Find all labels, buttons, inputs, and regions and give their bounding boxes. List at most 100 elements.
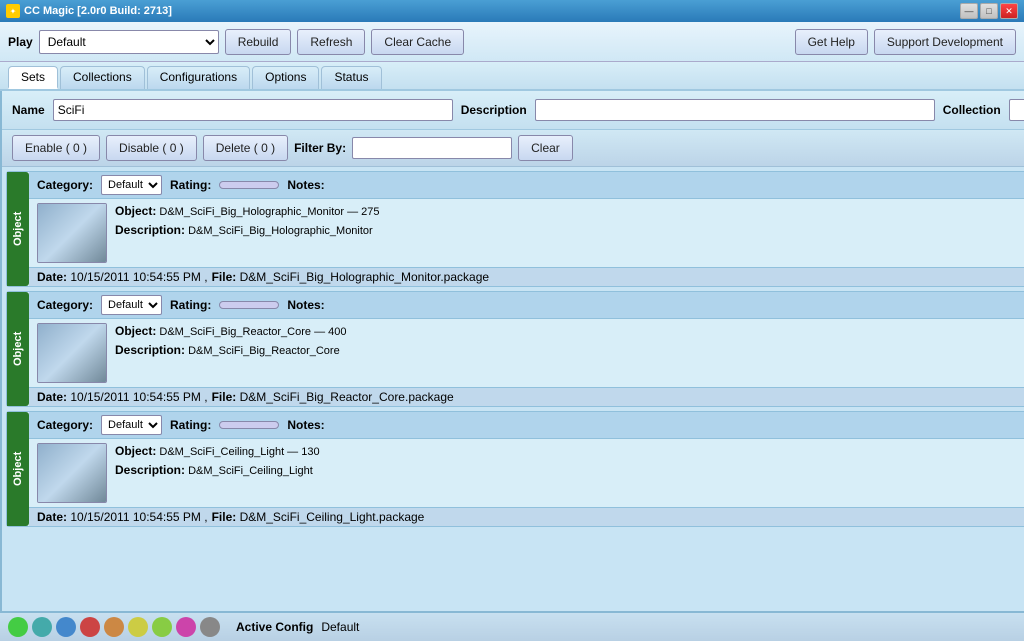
rating-label-0: Rating:: [170, 178, 211, 192]
toolbar: Play Default Rebuild Refresh Clear Cache…: [0, 22, 1024, 62]
object-desc-1: Description: D&M_SciFi_Big_Reactor_Core: [115, 342, 1024, 359]
tab-options[interactable]: Options: [252, 66, 319, 89]
tab-configurations[interactable]: Configurations: [147, 66, 250, 89]
object-desc-2: Description: D&M_SciFi_Ceiling_Light: [115, 462, 1024, 479]
orange-icon[interactable]: [104, 617, 124, 637]
category-select-0[interactable]: Default: [101, 175, 162, 195]
date-label-2: Date: 10/15/2011 10:54:55 PM ,: [37, 510, 208, 524]
active-config-label: Active Config: [236, 620, 313, 634]
pink-icon[interactable]: [176, 617, 196, 637]
filter-bar: Enable ( 0 ) Disable ( 0 ) Delete ( 0 ) …: [2, 130, 1024, 167]
desc-input[interactable]: [535, 99, 935, 121]
tab-sets[interactable]: Sets: [8, 66, 58, 89]
notes-label-0: Notes:: [287, 178, 324, 192]
content-area: Name Description Collection Clear Enable…: [2, 91, 1024, 611]
desc-label: Description: [461, 103, 527, 117]
object-thumbnail-1: [37, 323, 107, 383]
info-bar: Name Description Collection Clear: [2, 91, 1024, 130]
date-label-1: Date: 10/15/2011 10:54:55 PM ,: [37, 390, 208, 404]
tab-bar: Sets Collections Configurations Options …: [0, 62, 1024, 91]
main-layout: Sets ▼ Default▶ Build ModeClothingCollec…: [0, 91, 1024, 611]
object-name-0: Object: D&M_SciFi_Big_Holographic_Monito…: [115, 203, 1024, 220]
object-vert-label-0: Object: [7, 172, 29, 286]
object-name-2: Object: D&M_SciFi_Ceiling_Light — 130: [115, 443, 1024, 460]
object-card-1: Object Category: Default Rating: Notes: …: [6, 291, 1024, 407]
object-name-1: Object: D&M_SciFi_Big_Reactor_Core — 400: [115, 323, 1024, 340]
name-input[interactable]: [53, 99, 453, 121]
object-card-0: Object Category: Default Rating: Notes: …: [6, 171, 1024, 287]
object-footer-2: Date: 10/15/2011 10:54:55 PM , File: D&M…: [29, 507, 1024, 526]
rebuild-button[interactable]: Rebuild: [225, 29, 292, 55]
app-icon: ✦: [6, 4, 20, 18]
status-icons: [8, 617, 220, 637]
filter-by-label: Filter By:: [294, 141, 346, 155]
object-card-2: Object Category: Default Rating: Notes: …: [6, 411, 1024, 527]
gray-icon[interactable]: [200, 617, 220, 637]
object-inner-1: Category: Default Rating: Notes: Enabled: [29, 292, 1024, 406]
play-label: Play: [8, 35, 33, 49]
rating-label-1: Rating:: [170, 298, 211, 312]
app-title: CC Magic [2.0r0 Build: 2713]: [24, 5, 172, 17]
rating-bar-0: [219, 181, 279, 189]
category-select-2[interactable]: Default: [101, 415, 162, 435]
object-top-2: Category: Default Rating: Notes: Enabled: [29, 412, 1024, 439]
rating-label-2: Rating:: [170, 418, 211, 432]
minimize-button[interactable]: —: [960, 3, 978, 19]
object-vert-label-2: Object: [7, 412, 29, 526]
object-inner-2: Category: Default Rating: Notes: Enabled: [29, 412, 1024, 526]
window-controls: — □ ✕: [960, 3, 1018, 19]
delete-button[interactable]: Delete ( 0 ): [203, 135, 288, 161]
object-footer-1: Date: 10/15/2011 10:54:55 PM , File: D&M…: [29, 387, 1024, 406]
blue-icon[interactable]: [56, 617, 76, 637]
object-info-0: Object: D&M_SciFi_Big_Holographic_Monito…: [115, 203, 1024, 242]
object-top-0: Category: Default Rating: Notes: Enabled: [29, 172, 1024, 199]
collection-select[interactable]: [1009, 99, 1024, 121]
support-button[interactable]: Support Development: [874, 29, 1016, 55]
thumb-inner-2: [38, 444, 106, 502]
object-vert-label-1: Object: [7, 292, 29, 406]
object-inner-0: Category: Default Rating: Notes: Enabled: [29, 172, 1024, 286]
date-label-0: Date: 10/15/2011 10:54:55 PM ,: [37, 270, 208, 284]
name-label: Name: [12, 103, 45, 117]
green-icon[interactable]: [8, 617, 28, 637]
red-icon[interactable]: [80, 617, 100, 637]
object-body-1: Object: D&M_SciFi_Big_Reactor_Core — 400…: [29, 319, 1024, 387]
clear-cache-button[interactable]: Clear Cache: [371, 29, 464, 55]
object-body-0: Object: D&M_SciFi_Big_Holographic_Monito…: [29, 199, 1024, 267]
thumb-inner-1: [38, 324, 106, 382]
light-green-icon[interactable]: [152, 617, 172, 637]
clear-filter-button[interactable]: Clear: [518, 135, 573, 161]
status-bar: Active Config Default: [0, 611, 1024, 641]
object-desc-0: Description: D&M_SciFi_Big_Holographic_M…: [115, 222, 1024, 239]
maximize-button[interactable]: □: [980, 3, 998, 19]
object-body-2: Object: D&M_SciFi_Ceiling_Light — 130 De…: [29, 439, 1024, 507]
filter-input[interactable]: [352, 137, 512, 159]
title-bar: ✦ CC Magic [2.0r0 Build: 2713] — □ ✕: [0, 0, 1024, 22]
tab-status[interactable]: Status: [321, 66, 381, 89]
refresh-button[interactable]: Refresh: [297, 29, 365, 55]
notes-label-1: Notes:: [287, 298, 324, 312]
disable-button[interactable]: Disable ( 0 ): [106, 135, 197, 161]
yellow-icon[interactable]: [128, 617, 148, 637]
file-label-0: File: D&M_SciFi_Big_Holographic_Monitor.…: [212, 270, 489, 284]
object-info-1: Object: D&M_SciFi_Big_Reactor_Core — 400…: [115, 323, 1024, 362]
object-list: Object Category: Default Rating: Notes: …: [2, 167, 1024, 611]
thumb-inner-0: [38, 204, 106, 262]
object-thumbnail-0: [37, 203, 107, 263]
get-help-button[interactable]: Get Help: [795, 29, 868, 55]
teal-icon[interactable]: [32, 617, 52, 637]
category-label-1: Category:: [37, 298, 93, 312]
category-select-1[interactable]: Default: [101, 295, 162, 315]
rating-bar-2: [219, 421, 279, 429]
object-footer-0: Date: 10/15/2011 10:54:55 PM , File: D&M…: [29, 267, 1024, 286]
notes-label-2: Notes:: [287, 418, 324, 432]
file-label-2: File: D&M_SciFi_Ceiling_Light.package: [212, 510, 425, 524]
close-button[interactable]: ✕: [1000, 3, 1018, 19]
collection-label: Collection: [943, 103, 1001, 117]
tab-collections[interactable]: Collections: [60, 66, 145, 89]
file-label-1: File: D&M_SciFi_Big_Reactor_Core.package: [212, 390, 454, 404]
object-thumbnail-2: [37, 443, 107, 503]
play-select[interactable]: Default: [39, 30, 219, 54]
enable-button[interactable]: Enable ( 0 ): [12, 135, 100, 161]
category-label-2: Category:: [37, 418, 93, 432]
